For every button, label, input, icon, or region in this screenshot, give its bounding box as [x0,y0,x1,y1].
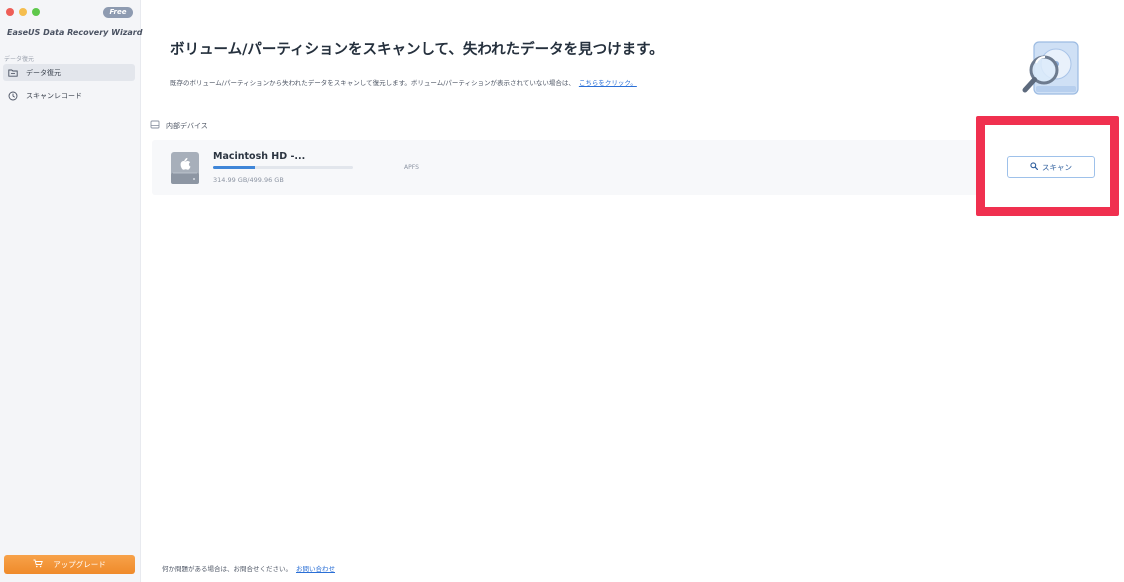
device-size: 314.99 GB/499.96 GB [213,176,284,184]
device-row[interactable]: Macintosh HD -... 314.99 GB/499.96 GB AP… [152,140,978,195]
description-text: 既存のボリューム/パーティションから失われたデータをスキャンして復元します。ボリ… [170,79,575,87]
zoom-window-button[interactable] [32,8,40,16]
app-name: EaseUS Data Recovery Wizard [7,28,143,37]
apple-drive-icon [170,151,200,185]
device-usage-bar [213,166,353,169]
page-title: ボリューム/パーティションをスキャンして、失われたデータを見つけます。 [170,42,664,58]
close-window-button[interactable] [6,8,14,16]
sidebar-section-label: データ復元 [4,56,35,63]
cart-icon [33,559,44,570]
page-description: 既存のボリューム/パーティションから失われたデータをスキャンして復元します。ボリ… [170,77,637,87]
internal-devices-heading: 内部デバイス [150,120,208,131]
upgrade-button[interactable]: アップグレード [4,555,135,574]
scan-label: スキャン [1042,162,1072,172]
free-badge: Free [103,7,133,18]
drive-icon [150,120,160,131]
scan-button[interactable]: スキャン [1007,156,1095,178]
group-label: 内部デバイス [166,121,208,130]
sidebar-item-label: スキャンレコード [26,91,82,100]
footer-help: 何か問題がある場合は、お問合せください。 お問い合わせ [162,563,335,573]
clock-icon [8,91,18,101]
search-icon [1030,162,1039,172]
contact-link[interactable]: お問い合わせ [296,565,335,573]
disk-magnifier-icon [1020,40,1082,98]
sidebar: Free EaseUS Data Recovery Wizard データ復元 デ… [0,0,143,582]
folder-icon [8,68,18,78]
footer-text: 何か問題がある場合は、お問合せください。 [162,565,292,573]
click-here-link[interactable]: こちらをクリック。 [579,79,637,87]
device-name: Macintosh HD -... [213,151,306,162]
sidebar-item-data-recovery[interactable]: データ復元 [3,64,135,81]
device-usage-fill [213,166,255,169]
upgrade-label: アップグレード [53,560,106,569]
sidebar-item-label: データ復元 [26,68,61,77]
sidebar-item-scan-record[interactable]: スキャンレコード [3,87,135,104]
minimize-window-button[interactable] [19,8,27,16]
window-controls [6,8,40,16]
device-filesystem: APFS [404,164,419,171]
